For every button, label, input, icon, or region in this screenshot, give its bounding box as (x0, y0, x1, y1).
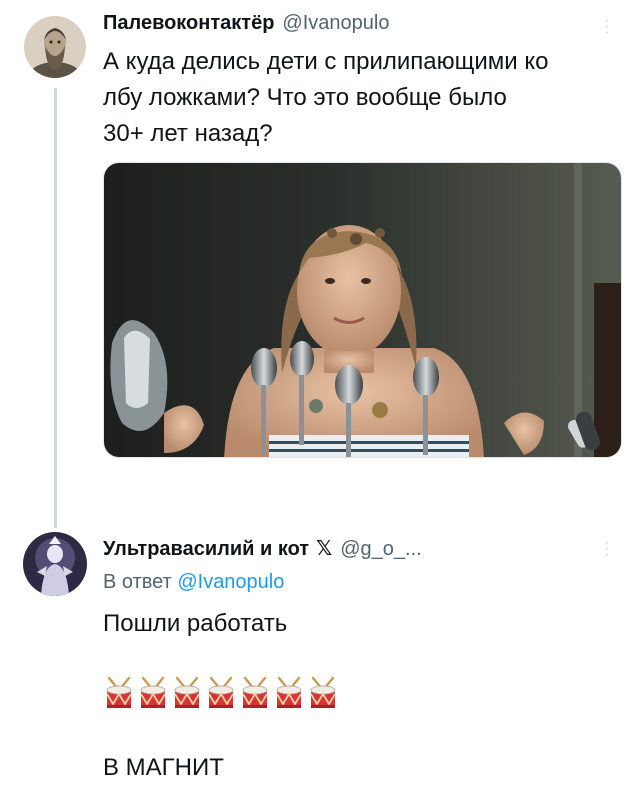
author-handle[interactable]: @Ivanopulo (282, 12, 389, 35)
thread-connector-line (54, 88, 57, 528)
more-options-icon[interactable]: · · · (602, 535, 612, 563)
drum-emoji-row (103, 676, 339, 712)
author-name[interactable]: Ультравасилий и кот (103, 538, 309, 561)
drum-emoji-icon (137, 676, 169, 712)
x-badge-icon: 𝕏 (316, 538, 333, 560)
reply-to-line: В ответ @Ivanopulo (103, 571, 284, 594)
drum-emoji-icon (103, 676, 135, 712)
reply-to-handle-link[interactable]: @Ivanopulo (177, 571, 284, 593)
tweet-text-line: лбу ложками? Что это вообще было (103, 84, 507, 111)
drum-emoji-icon (307, 676, 339, 712)
tweet-media-photo[interactable] (103, 162, 622, 458)
drum-emoji-icon (171, 676, 203, 712)
tweet-text-line: Пошли работать (103, 610, 288, 637)
author-name[interactable]: Палевоконтактёр (103, 12, 274, 35)
author-avatar[interactable] (23, 532, 87, 596)
tweet-text-line: 30+ лет назад? (103, 120, 273, 147)
author-avatar[interactable] (24, 16, 86, 78)
bearded-man-portrait-icon (24, 16, 86, 78)
author-row: Ультравасилий и кот 𝕏 @g_o_... (103, 536, 422, 561)
glowing-figure-avatar-icon (23, 532, 87, 596)
drum-emoji-icon (273, 676, 305, 712)
tweet-reply[interactable]: Ультравасилий и кот 𝕏 @g_o_... · · · В отв… (0, 520, 640, 800)
tweet-text-line: А куда делись дети с прилипающими ко (103, 48, 549, 75)
tweet-text-line: В МАГНИТ (103, 754, 224, 781)
drum-emoji-icon (205, 676, 237, 712)
reply-prefix: В ответ (103, 571, 172, 593)
drum-emoji-icon (239, 676, 271, 712)
tweet-original[interactable]: Палевоконтактёр @Ivanopulo · · · А куда де… (0, 0, 640, 528)
author-handle[interactable]: @g_o_... (340, 538, 421, 561)
more-options-icon[interactable]: · · · (602, 13, 612, 41)
tweet-text: А куда делись дети с прилипающими ко лбу… (103, 44, 623, 152)
author-row: Палевоконтактёр @Ivanopulo (103, 12, 389, 35)
girl-with-spoons-photo-icon (104, 163, 621, 457)
